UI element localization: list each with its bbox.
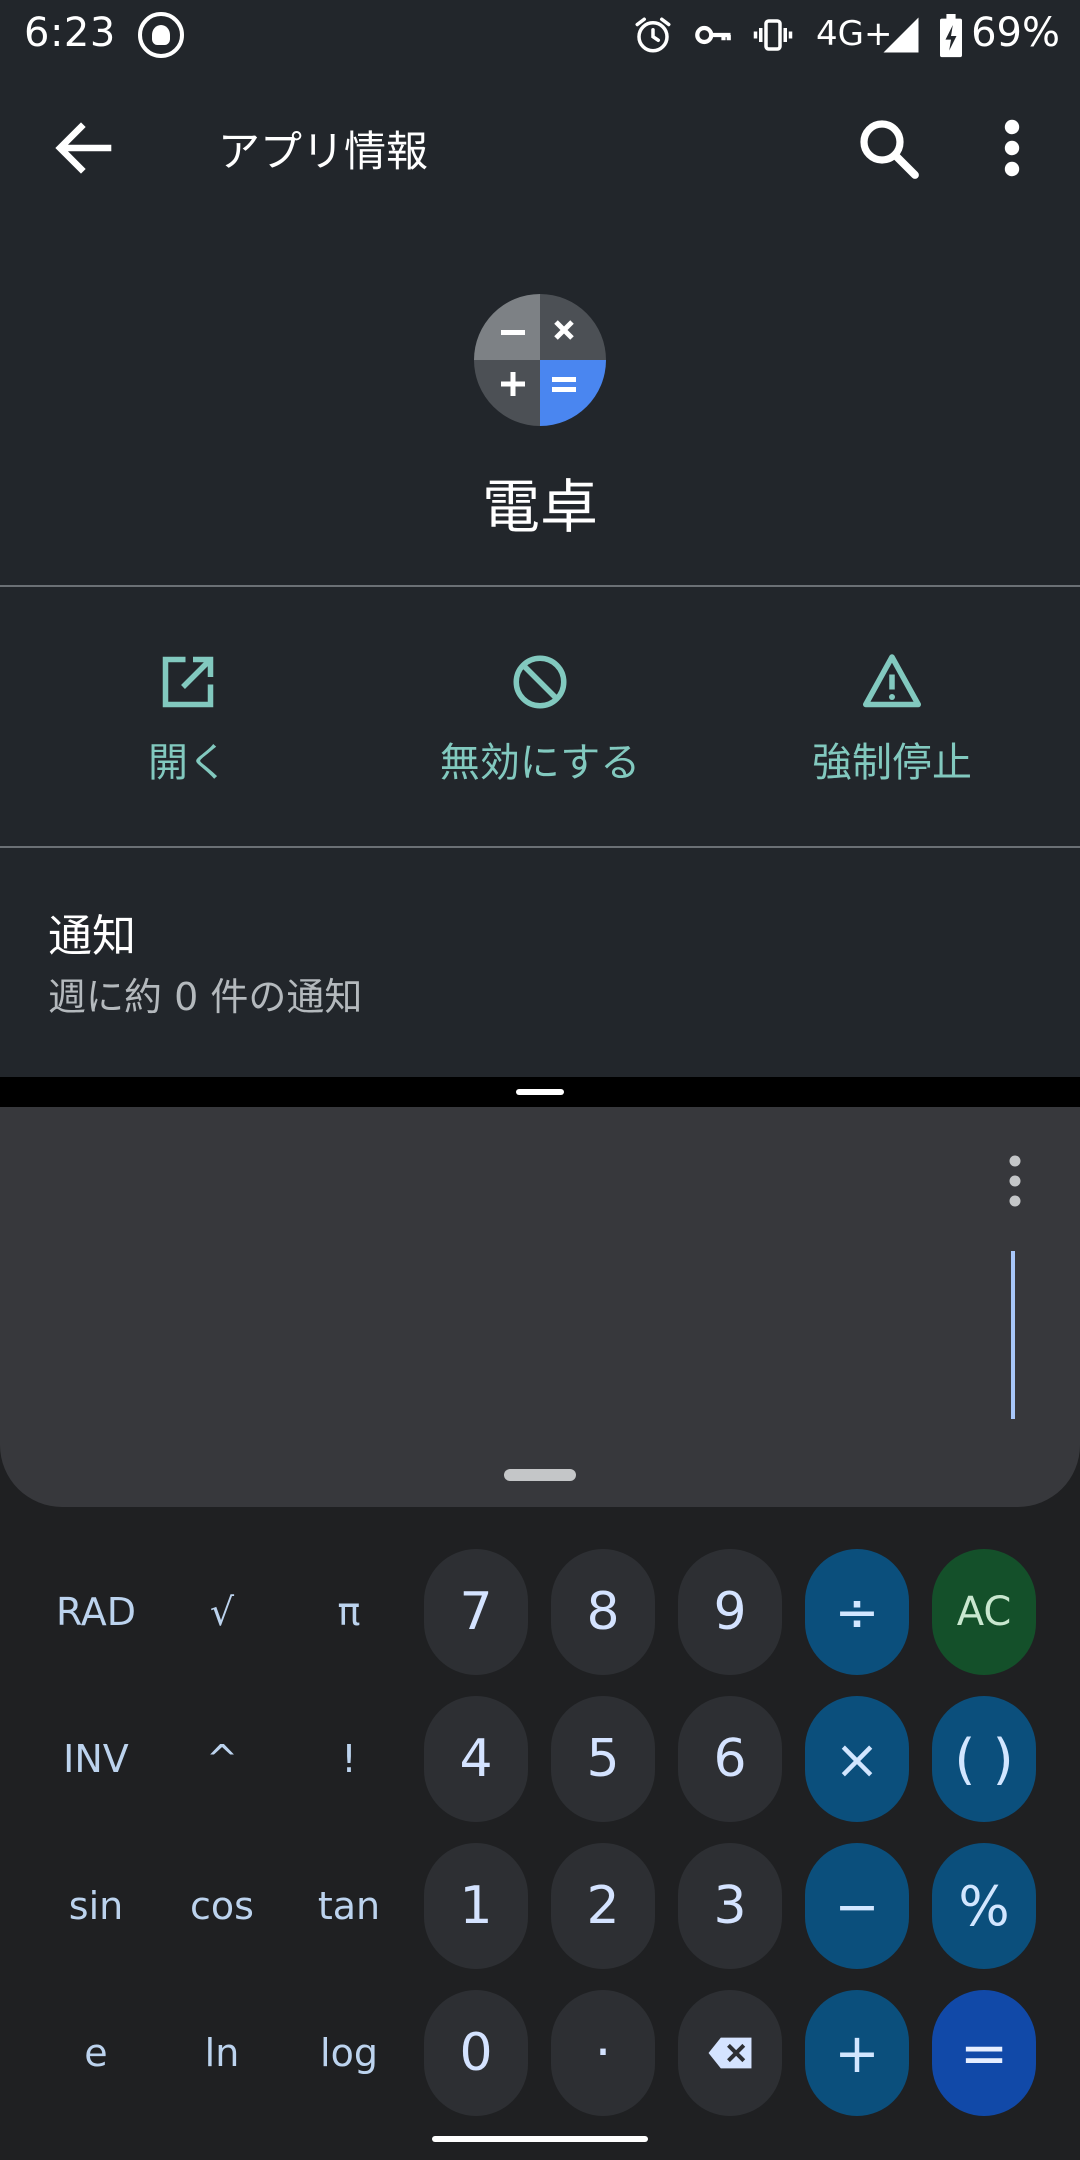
status-time: 6:23 (24, 10, 116, 56)
vibrate-icon (753, 19, 793, 51)
open-button[interactable]: 開く (8, 588, 368, 846)
backspace-key[interactable] (678, 1990, 782, 2116)
inv-key[interactable]: INV (36, 1696, 156, 1822)
split-screen-divider[interactable] (0, 1077, 1080, 1107)
backspace-icon (708, 2037, 752, 2069)
block-icon (513, 655, 567, 709)
more-vert-icon[interactable] (1000, 1151, 1030, 1211)
notifications-setting[interactable]: 通知 週に約 0 件の通知 (0, 848, 1080, 1077)
signal-icon (883, 17, 919, 53)
disable-button[interactable]: 無効にする (360, 588, 720, 846)
parentheses-key[interactable]: ( ) (932, 1696, 1036, 1822)
sqrt-key[interactable]: √ (162, 1549, 282, 1675)
more-vert-icon[interactable] (988, 112, 1036, 184)
digit-5-key[interactable]: 5 (551, 1696, 655, 1822)
open-in-new-icon (162, 656, 214, 708)
percent-key[interactable]: % (932, 1843, 1036, 1969)
display-drag-handle[interactable] (504, 1469, 576, 1481)
toolbar: アプリ情報 (0, 72, 1080, 216)
page-title: アプリ情報 (218, 127, 429, 176)
alarm-icon (635, 17, 671, 53)
cos-key[interactable]: cos (162, 1843, 282, 1969)
split-screen-handle[interactable] (516, 1089, 564, 1095)
warning-icon (863, 654, 921, 708)
assistant-logo-icon (138, 12, 184, 58)
multiply-key[interactable]: × (805, 1696, 909, 1822)
all-clear-key[interactable]: AC (932, 1549, 1036, 1675)
vpn-key-icon (695, 25, 731, 45)
digit-2-key[interactable]: 2 (551, 1843, 655, 1969)
rad-key[interactable]: RAD (36, 1549, 156, 1675)
decimal-point-key[interactable]: · (551, 1990, 655, 2116)
divide-key[interactable]: ÷ (805, 1549, 909, 1675)
back-arrow-icon[interactable] (48, 112, 120, 184)
open-label: 開く (148, 740, 228, 786)
status-bar: 6:23 4G+ 69% (0, 0, 1080, 72)
digit-3-key[interactable]: 3 (678, 1843, 782, 1969)
divider (0, 585, 1080, 587)
digit-8-key[interactable]: 8 (551, 1549, 655, 1675)
battery-percent: 69% (971, 10, 1060, 56)
text-cursor (1011, 1251, 1015, 1419)
e-key[interactable]: e (36, 1990, 156, 2116)
power-key[interactable]: ^ (162, 1696, 282, 1822)
notifications-title: 通知 (48, 911, 136, 962)
calculator-app-icon (474, 294, 606, 426)
notifications-summary: 週に約 0 件の通知 (48, 975, 363, 1019)
calculator-pane: RAD √ π 7 8 9 ÷ AC INV ^ ! 4 5 6 × ( ) s… (0, 1107, 1080, 2160)
equals-key[interactable]: = (932, 1990, 1036, 2116)
force-stop-label: 強制停止 (812, 740, 972, 786)
minus-key[interactable]: − (805, 1843, 909, 1969)
ln-key[interactable]: ln (162, 1990, 282, 2116)
sin-key[interactable]: sin (36, 1843, 156, 1969)
digit-7-key[interactable]: 7 (424, 1549, 528, 1675)
pi-key[interactable]: π (289, 1549, 409, 1675)
plus-key[interactable]: + (805, 1990, 909, 2116)
search-icon[interactable] (852, 112, 924, 184)
calculator-display[interactable] (0, 1107, 1080, 1507)
app-name: 電卓 (481, 473, 598, 541)
digit-6-key[interactable]: 6 (678, 1696, 782, 1822)
digit-9-key[interactable]: 9 (678, 1549, 782, 1675)
force-stop-button[interactable]: 強制停止 (712, 588, 1072, 846)
gesture-navigation-bar[interactable] (432, 2136, 648, 2142)
app-info-pane: 6:23 4G+ 69% アプリ情報 電卓 開く 無効にする 強制停止 通知 週… (0, 0, 1080, 1077)
tan-key[interactable]: tan (289, 1843, 409, 1969)
battery-charging-icon (940, 14, 962, 58)
factorial-key[interactable]: ! (289, 1696, 409, 1822)
digit-1-key[interactable]: 1 (424, 1843, 528, 1969)
digit-0-key[interactable]: 0 (424, 1990, 528, 2116)
digit-4-key[interactable]: 4 (424, 1696, 528, 1822)
action-row: 開く 無効にする 強制停止 (0, 588, 1080, 846)
disable-label: 無効にする (439, 740, 641, 786)
log-key[interactable]: log (289, 1990, 409, 2116)
